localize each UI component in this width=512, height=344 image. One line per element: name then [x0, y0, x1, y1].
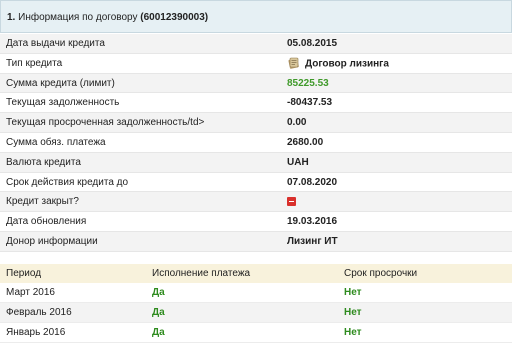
detail-label: Дата обновления — [6, 216, 87, 228]
detail-row-payment-amount: Сумма обяз. платежа 2680.00 — [0, 133, 512, 153]
detail-label: Валюта кредита — [6, 156, 81, 168]
period-cell: Март 2016 — [6, 287, 55, 298]
detail-value: Лизинг ИТ — [287, 235, 338, 247]
detail-row-issue-date: Дата выдачи кредита 05.08.2015 — [0, 34, 512, 54]
section-number: 1. — [7, 12, 16, 23]
detail-row-overdue-debt: Текущая просроченная задолженность/td> 0… — [0, 113, 512, 133]
detail-row-info-donor: Донор информации Лизинг ИТ — [0, 231, 512, 252]
detail-label: Сумма кредита (лимит) — [6, 77, 115, 89]
payment-history-table: Март 2016 Да Нет Февраль 2016 Да Нет Янв… — [0, 283, 512, 343]
overdue-cell: Нет — [344, 327, 362, 338]
table-row: Январь 2016 Да Нет — [0, 323, 512, 343]
detail-value-wrap: Договор лизинга — [287, 56, 389, 70]
payment-cell: Да — [152, 287, 165, 298]
detail-value: 2680.00 — [287, 136, 324, 148]
detail-value: 07.08.2020 — [287, 176, 338, 188]
detail-label: Текущая задолженность — [6, 97, 120, 109]
table-row: Март 2016 Да Нет — [0, 283, 512, 303]
detail-label: Сумма обяз. платежа — [6, 136, 106, 148]
detail-row-term: Срок действия кредита до 07.08.2020 — [0, 173, 512, 193]
payment-cell: Да — [152, 327, 165, 338]
detail-value: -80437.53 — [287, 97, 333, 109]
overdue-cell: Нет — [344, 287, 362, 298]
contract-id: (60012390003) — [140, 12, 209, 23]
detail-label: Срок действия кредита до — [6, 176, 129, 188]
detail-label: Дата выдачи кредита — [6, 38, 105, 49]
column-header-payment: Исполнение платежа — [152, 268, 251, 279]
detail-value: 19.03.2016 — [287, 216, 338, 228]
detail-value: 05.08.2015 — [287, 38, 338, 49]
period-cell: Январь 2016 — [6, 327, 66, 338]
lease-document-icon — [287, 56, 301, 70]
detail-value: 85225.53 — [287, 77, 329, 89]
detail-row-credit-type: Тип кредита Договор лизинга — [0, 54, 512, 74]
period-cell: Февраль 2016 — [6, 307, 72, 318]
contract-details-table: Дата выдачи кредита 05.08.2015 Тип креди… — [0, 34, 512, 252]
payment-cell: Да — [152, 307, 165, 318]
section-title: Информация по договору — [18, 12, 138, 23]
detail-value: 0.00 — [287, 117, 307, 129]
detail-label: Тип кредита — [6, 57, 63, 69]
detail-value-wrap — [287, 196, 296, 207]
detail-value: Договор лизинга — [305, 58, 389, 70]
detail-row-current-debt: Текущая задолженность -80437.53 — [0, 93, 512, 114]
detail-row-update-date: Дата обновления 19.03.2016 — [0, 212, 512, 232]
payment-history-header: Период Исполнение платежа Срок просрочки — [0, 264, 512, 283]
detail-row-currency: Валюта кредита UAH — [0, 152, 512, 173]
contract-info-header: 1. Информация по договору (60012390003) — [0, 0, 512, 33]
not-closed-icon — [287, 196, 296, 206]
column-header-period: Период — [6, 268, 42, 279]
contract-info-title: 1. Информация по договору (60012390003) — [7, 12, 208, 23]
detail-label: Кредит закрыт? — [6, 196, 79, 208]
overdue-cell: Нет — [344, 307, 362, 318]
detail-row-credit-limit: Сумма кредита (лимит) 85225.53 — [0, 73, 512, 94]
detail-label: Донор информации — [6, 235, 98, 247]
detail-value: UAH — [287, 156, 309, 168]
detail-label: Текущая просроченная задолженность/td> — [6, 117, 205, 129]
table-row: Февраль 2016 Да Нет — [0, 303, 512, 323]
column-header-overdue: Срок просрочки — [344, 268, 418, 279]
detail-row-closed: Кредит закрыт? — [0, 192, 512, 213]
